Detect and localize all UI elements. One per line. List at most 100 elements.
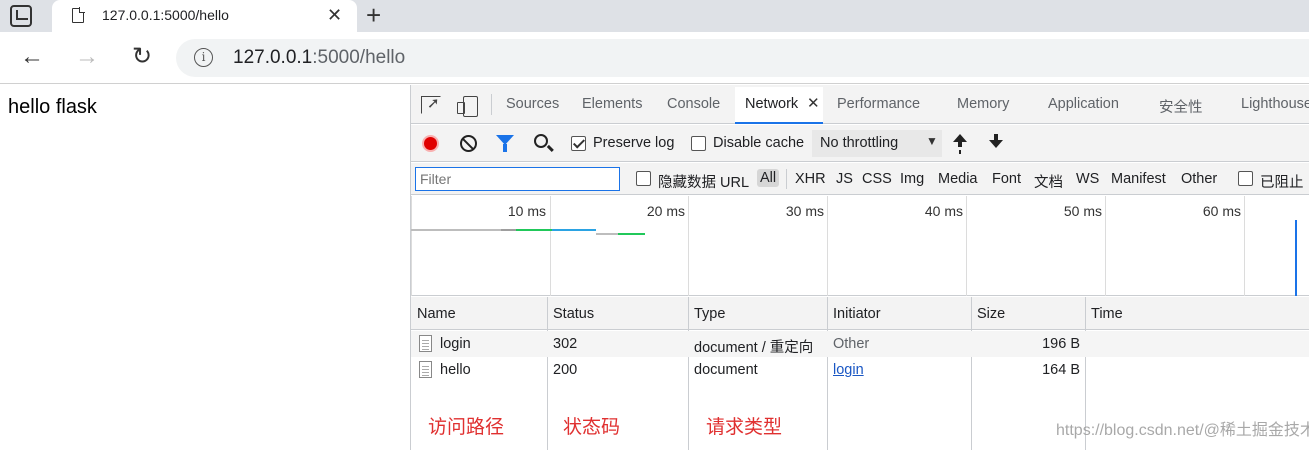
back-arrow-icon[interactable]: ←	[17, 42, 47, 72]
blocked-requests-label: 已阻止	[1260, 175, 1304, 191]
request-type: document	[694, 362, 758, 378]
column-header-name[interactable]: Name	[417, 306, 456, 322]
timeline-label: 40 ms	[924, 203, 963, 219]
table-row[interactable]: hello 200 document login 164 B	[411, 357, 1309, 383]
page-text: hello flask	[8, 96, 97, 118]
reload-icon[interactable]: ↻	[127, 42, 157, 72]
tab-performance[interactable]: Performance	[837, 96, 920, 112]
grid-line	[966, 196, 967, 296]
browser-toolbar: ← → ↻ i 127.0.0.1:5000/hello	[0, 32, 1309, 84]
timing-bar-waiting	[411, 229, 501, 231]
requests-table-header: Name Status Type Initiator Size Time	[411, 297, 1309, 330]
disable-cache-checkbox[interactable]	[691, 136, 706, 151]
filter-input[interactable]	[415, 167, 620, 191]
dom-content-loaded-marker	[1295, 220, 1297, 296]
table-row[interactable]: login 302 document / 重定向 Other 196 B	[411, 331, 1309, 357]
import-har-icon[interactable]	[953, 134, 967, 152]
grid-line	[411, 196, 412, 296]
throttling-value: No throttling	[820, 135, 899, 151]
inspect-element-icon[interactable]	[421, 96, 441, 114]
tab-application[interactable]: Application	[1048, 96, 1119, 112]
forward-arrow-icon[interactable]: →	[72, 42, 102, 72]
request-type: document / 重定向	[694, 340, 814, 356]
filter-type-img[interactable]: Img	[900, 171, 924, 187]
address-bar[interactable]: i 127.0.0.1:5000/hello	[176, 39, 1309, 77]
document-icon	[419, 361, 432, 378]
hide-data-urls-label: 隐藏数据 URL	[658, 175, 750, 191]
dropdown-arrow-icon: ▼	[926, 134, 938, 148]
devtools-panel: Sources Elements Console Network ✕ Perfo…	[410, 85, 1309, 450]
request-status: 302	[553, 336, 578, 352]
column-header-type[interactable]: Type	[694, 306, 725, 322]
filter-type-css[interactable]: CSS	[862, 171, 892, 187]
browser-tab[interactable]: 127.0.0.1:5000/hello ✕	[52, 0, 357, 32]
network-toolbar: Preserve log Disable cache No throttling…	[411, 125, 1309, 162]
preserve-log-checkbox[interactable]	[571, 136, 586, 151]
tab-close-icon[interactable]: ✕	[327, 4, 342, 26]
page-viewport: hello flask	[0, 85, 410, 450]
filter-type-doc[interactable]: 文档	[1034, 171, 1063, 192]
timing-bar-waiting	[596, 233, 618, 235]
column-header-size[interactable]: Size	[977, 306, 1005, 322]
export-har-icon[interactable]	[989, 134, 1003, 152]
timing-bar-download	[552, 229, 596, 231]
filter-type-manifest[interactable]: Manifest	[1111, 171, 1166, 187]
filter-type-ws[interactable]: WS	[1076, 171, 1099, 187]
document-icon	[419, 335, 432, 352]
tab-network[interactable]: Network	[745, 96, 798, 112]
info-icon[interactable]: i	[194, 48, 213, 67]
filter-icon[interactable]	[496, 135, 514, 152]
tab-lighthouse[interactable]: Lighthouse	[1241, 96, 1309, 112]
preserve-log-label: Preserve log	[593, 135, 675, 151]
new-tab-icon[interactable]: +	[366, 0, 381, 30]
hide-data-urls-checkbox[interactable]	[636, 171, 651, 186]
blocked-requests-checkbox[interactable]	[1238, 171, 1253, 186]
annotation-status: 状态码	[563, 417, 621, 438]
watermark: https://blog.csdn.net/@稀土掘金技术社区	[1056, 422, 1309, 439]
tab-memory[interactable]: Memory	[957, 96, 1009, 112]
request-initiator-link[interactable]: login	[833, 362, 864, 378]
clear-icon[interactable]	[460, 135, 477, 152]
filter-type-media[interactable]: Media	[938, 171, 978, 187]
annotation-type: 请求类型	[706, 417, 783, 438]
column-header-status[interactable]: Status	[553, 306, 594, 322]
filter-type-xhr[interactable]: XHR	[795, 171, 826, 187]
device-toolbar-icon[interactable]	[457, 96, 478, 117]
column-header-time[interactable]: Time	[1091, 306, 1123, 322]
filter-type-all[interactable]: All	[757, 169, 780, 187]
filter-type-font[interactable]: Font	[992, 171, 1021, 187]
request-name[interactable]: login	[440, 336, 471, 352]
tab-strip: 127.0.0.1:5000/hello ✕ +	[0, 0, 1309, 32]
filter-type-other[interactable]: Other	[1181, 171, 1217, 187]
column-header-initiator[interactable]: Initiator	[833, 306, 881, 322]
timeline-label: 20 ms	[646, 203, 685, 219]
tab-actions-icon[interactable]	[10, 5, 32, 27]
network-overview[interactable]: 10 ms 20 ms 30 ms 40 ms 50 ms 60 ms	[411, 196, 1309, 296]
tab-elements[interactable]: Elements	[582, 96, 642, 112]
request-name[interactable]: hello	[440, 362, 471, 378]
timing-bar-stalled	[501, 229, 516, 231]
search-icon[interactable]	[534, 134, 548, 148]
grid-line	[827, 196, 828, 296]
grid-line	[688, 196, 689, 296]
tab-title: 127.0.0.1:5000/hello	[102, 7, 229, 23]
annotation-path: 访问路径	[428, 417, 505, 438]
throttling-select[interactable]: No throttling ▼	[812, 130, 942, 157]
tab-close-icon[interactable]: ✕	[807, 94, 820, 112]
tab-console[interactable]: Console	[667, 96, 720, 112]
devtools-tab-bar: Sources Elements Console Network ✕ Perfo…	[411, 85, 1309, 124]
url-host: 127.0.0.1	[233, 47, 313, 68]
tab-sources[interactable]: Sources	[506, 96, 559, 112]
filter-type-js[interactable]: JS	[836, 171, 853, 187]
record-icon[interactable]	[422, 135, 439, 152]
timing-bar-ttfb	[516, 229, 552, 231]
timeline-label: 60 ms	[1202, 203, 1241, 219]
timeline-label: 10 ms	[507, 203, 546, 219]
tab-security[interactable]: 安全性	[1159, 96, 1203, 117]
timeline-label: 50 ms	[1063, 203, 1102, 219]
address-url[interactable]: 127.0.0.1:5000/hello	[233, 47, 405, 69]
disable-cache-label: Disable cache	[713, 135, 805, 151]
filter-bar: 隐藏数据 URL All XHR JS CSS Img Media Font 文…	[411, 163, 1309, 195]
request-size: 196 B	[1042, 336, 1080, 352]
divider	[491, 94, 492, 115]
